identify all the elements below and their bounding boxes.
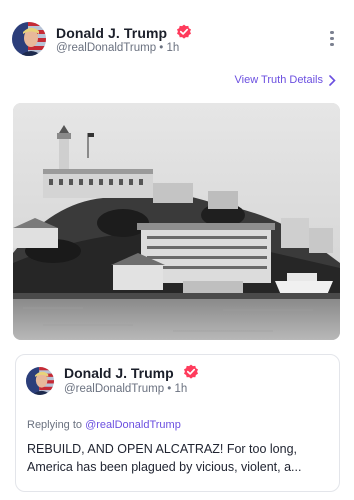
quoted-text-line-2: America has been plagued by vicious, vio…	[27, 460, 302, 474]
verified-badge-icon	[177, 24, 192, 39]
post-time[interactable]: 1h	[167, 42, 180, 54]
replying-to-label: Replying to	[27, 419, 86, 431]
quoted-author-handle[interactable]: @realDonaldTrump	[64, 383, 164, 395]
quoted-post-text: REBUILD, AND OPEN ALCATRAZ! For too long…	[27, 440, 332, 476]
author-name[interactable]: Donald J. Trump	[56, 24, 192, 41]
more-vertical-icon[interactable]	[322, 28, 342, 54]
author-handle[interactable]: @realDonaldTrump	[56, 42, 156, 54]
chevron-right-icon	[329, 74, 336, 86]
quoted-handle-line: @realDonaldTrump • 1h	[64, 383, 187, 395]
verified-badge-icon	[183, 364, 198, 379]
quoted-author-name-text: Donald J. Trump	[64, 365, 174, 381]
view-truth-details-link[interactable]: View Truth Details	[235, 74, 336, 86]
author-handle-line: @realDonaldTrump • 1h	[56, 42, 179, 54]
separator-dot: •	[167, 383, 175, 395]
author-avatar[interactable]	[12, 22, 46, 56]
view-truth-details-label: View Truth Details	[234, 74, 323, 86]
quoted-author-name[interactable]: Donald J. Trump	[64, 364, 199, 381]
post-image[interactable]	[13, 103, 340, 340]
separator-dot: •	[159, 42, 167, 54]
replying-to-handle-link[interactable]: @realDonaldTrump	[85, 419, 181, 431]
quoted-text-line-1: REBUILD, AND OPEN ALCATRAZ! For too long…	[27, 442, 297, 456]
replying-to-line: Replying to @realDonaldTrump	[27, 419, 181, 431]
quoted-post-card[interactable]: Donald J. Trump @realDonaldTrump • 1h Re…	[15, 354, 340, 492]
quoted-author-avatar[interactable]	[26, 367, 54, 395]
quoted-post-time[interactable]: 1h	[175, 383, 188, 395]
author-name-text: Donald J. Trump	[56, 25, 168, 41]
post-header: Donald J. Trump @realDonaldTrump • 1h	[12, 22, 342, 62]
